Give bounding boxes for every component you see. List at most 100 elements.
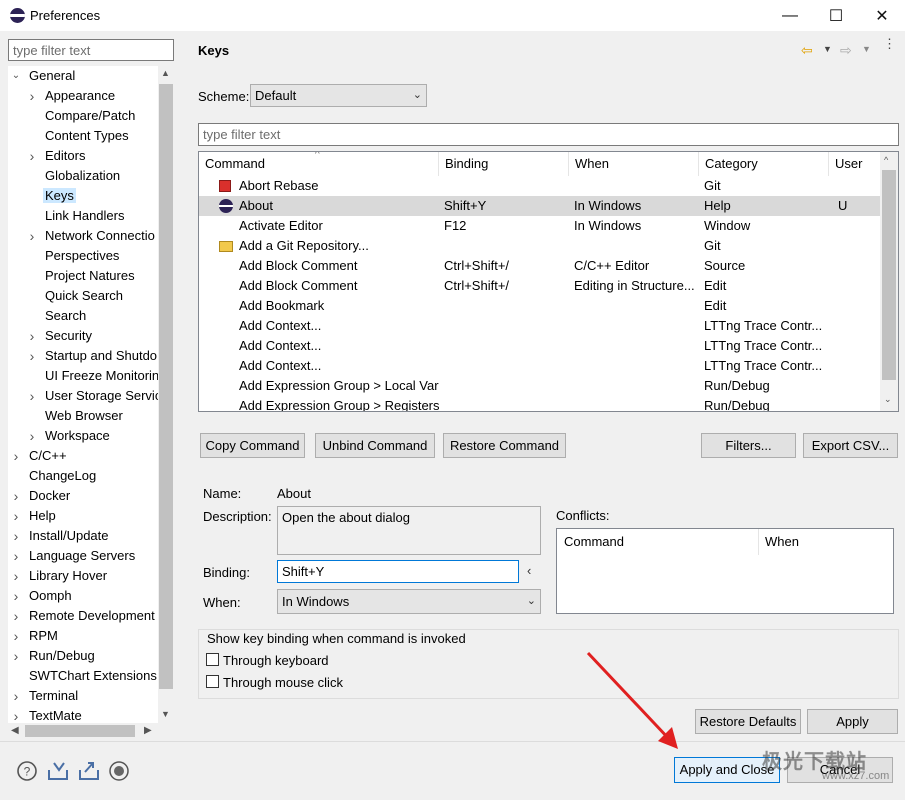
nav-item-startup-and-shutdo[interactable]: › Startup and Shutdo bbox=[30, 346, 157, 366]
through-mouse-checkbox[interactable] bbox=[206, 675, 219, 688]
nav-item-terminal[interactable]: › Terminal bbox=[14, 686, 78, 706]
chevron-right-icon[interactable]: › bbox=[27, 86, 37, 106]
column-header-binding[interactable]: Binding bbox=[439, 152, 569, 176]
forward-dropdown-icon[interactable]: ▼ bbox=[862, 44, 871, 54]
column-header-user[interactable]: User bbox=[829, 152, 881, 176]
nav-item-changelog[interactable]: ChangeLog bbox=[29, 466, 96, 486]
maximize-button[interactable]: ☐ bbox=[813, 0, 859, 31]
nav-item-search[interactable]: Search bbox=[45, 306, 86, 326]
scroll-right-icon[interactable]: ▶ bbox=[144, 725, 152, 736]
nav-item-project-natures[interactable]: Project Natures bbox=[45, 266, 135, 286]
nav-item-ui-freeze-monitorin[interactable]: UI Freeze Monitorin bbox=[45, 366, 158, 386]
scroll-left-icon[interactable]: ◀ bbox=[11, 725, 19, 736]
nav-item-docker[interactable]: › Docker bbox=[14, 486, 71, 506]
chevron-right-icon[interactable]: › bbox=[11, 526, 21, 546]
chevron-right-icon[interactable]: › bbox=[11, 646, 21, 666]
chevron-right-icon[interactable]: › bbox=[11, 446, 21, 466]
chevron-right-icon[interactable]: › bbox=[11, 626, 21, 646]
restore-command-button[interactable]: Restore Command bbox=[443, 433, 566, 458]
nav-item-network-connectio[interactable]: › Network Connectio bbox=[30, 226, 155, 246]
table-row[interactable]: Add Expression Group > Local Var Run/Debu… bbox=[199, 376, 881, 396]
close-button[interactable]: ✕ bbox=[859, 0, 905, 31]
table-row[interactable]: About Shift+Y In Windows Help U bbox=[199, 196, 881, 216]
column-header-category[interactable]: Category bbox=[699, 152, 829, 176]
scheme-select[interactable]: Default ⌄ bbox=[250, 84, 427, 107]
chevron-down-icon[interactable]: ⌄ bbox=[11, 66, 21, 86]
nav-item-language-servers[interactable]: › Language Servers bbox=[14, 546, 136, 566]
nav-item-user-storage-servic[interactable]: › User Storage Servic bbox=[30, 386, 158, 406]
table-scrollbar[interactable]: ^ ⌄ bbox=[880, 152, 898, 411]
nav-item-content-types[interactable]: Content Types bbox=[45, 126, 129, 146]
scroll-down-icon[interactable]: ⌄ bbox=[884, 394, 892, 405]
table-row[interactable]: Add Context... LTTng Trace Contr... bbox=[199, 336, 881, 356]
binding-input[interactable]: Shift+Y bbox=[277, 560, 519, 583]
table-row[interactable]: Add Expression Group > Registers Run/Debu… bbox=[199, 396, 881, 411]
nav-item-compare-patch[interactable]: Compare/Patch bbox=[45, 106, 135, 126]
nav-hscroll-thumb[interactable] bbox=[25, 725, 135, 737]
nav-scroll-thumb[interactable] bbox=[159, 84, 173, 689]
scroll-up-icon[interactable]: ▲ bbox=[161, 68, 170, 78]
scroll-down-icon[interactable]: ▼ bbox=[161, 709, 170, 719]
table-scroll-thumb[interactable] bbox=[882, 170, 896, 380]
restore-defaults-button[interactable]: Restore Defaults bbox=[695, 709, 801, 734]
export-csv-button[interactable]: Export CSV... bbox=[803, 433, 898, 458]
copy-command-button[interactable]: Copy Command bbox=[200, 433, 305, 458]
nav-item-globalization[interactable]: Globalization bbox=[45, 166, 120, 186]
chevron-right-icon[interactable]: › bbox=[27, 146, 37, 166]
conflict-column-command[interactable]: Command bbox=[564, 534, 624, 549]
view-menu-icon[interactable]: ⋮ bbox=[883, 37, 896, 50]
record-icon[interactable] bbox=[108, 760, 130, 782]
chevron-right-icon[interactable]: › bbox=[11, 566, 21, 586]
nav-item-link-handlers[interactable]: Link Handlers bbox=[45, 206, 125, 226]
scroll-up-icon[interactable]: ^ bbox=[884, 155, 888, 165]
nav-item-web-browser[interactable]: Web Browser bbox=[45, 406, 123, 426]
table-row[interactable]: Add Bookmark Edit bbox=[199, 296, 881, 316]
table-row[interactable]: Abort Rebase Git bbox=[199, 176, 881, 196]
nav-item-install-update[interactable]: › Install/Update bbox=[14, 526, 109, 546]
table-row[interactable]: Add Block Comment Ctrl+Shift+/ C/C++ Edito… bbox=[199, 256, 881, 276]
table-row[interactable]: Add Context... LTTng Trace Contr... bbox=[199, 316, 881, 336]
nav-item-rpm[interactable]: › RPM bbox=[14, 626, 58, 646]
chevron-right-icon[interactable]: › bbox=[11, 686, 21, 706]
nav-item-general[interactable]: ⌄ General bbox=[12, 66, 75, 86]
table-row[interactable]: Add Context... LTTng Trace Contr... bbox=[199, 356, 881, 376]
nav-item-editors[interactable]: › Editors bbox=[30, 146, 86, 166]
back-dropdown-icon[interactable]: ▼ bbox=[823, 44, 832, 54]
chevron-right-icon[interactable]: › bbox=[27, 346, 37, 366]
nav-item-oomph[interactable]: › Oomph bbox=[14, 586, 72, 606]
chevron-right-icon[interactable]: › bbox=[27, 326, 37, 346]
import-icon[interactable] bbox=[46, 760, 68, 782]
nav-vertical-scrollbar[interactable]: ▲ ▼ bbox=[158, 66, 175, 725]
nav-filter-input[interactable]: type filter text bbox=[8, 39, 174, 61]
through-keyboard-checkbox[interactable] bbox=[206, 653, 219, 666]
unbind-command-button[interactable]: Unbind Command bbox=[315, 433, 435, 458]
chevron-right-icon[interactable]: › bbox=[27, 226, 37, 246]
keys-filter-input[interactable]: type filter text bbox=[198, 123, 899, 146]
nav-item-swtchart-extensions[interactable]: SWTChart Extensions bbox=[29, 666, 157, 686]
nav-item-security[interactable]: › Security bbox=[30, 326, 92, 346]
help-icon[interactable]: ? bbox=[16, 760, 38, 782]
minimize-button[interactable]: — bbox=[767, 0, 813, 31]
export-icon[interactable] bbox=[77, 760, 99, 782]
chevron-right-icon[interactable]: › bbox=[11, 546, 21, 566]
nav-item-quick-search[interactable]: Quick Search bbox=[45, 286, 123, 306]
back-arrow-icon[interactable]: ⇦ bbox=[801, 42, 813, 59]
chevron-right-icon[interactable]: › bbox=[27, 386, 37, 406]
chevron-right-icon[interactable]: › bbox=[11, 506, 21, 526]
nav-item-c-c[interactable]: › C/C++ bbox=[14, 446, 67, 466]
nav-item-perspectives[interactable]: Perspectives bbox=[45, 246, 119, 266]
chevron-right-icon[interactable]: › bbox=[11, 606, 21, 626]
table-row[interactable]: Add Block Comment Ctrl+Shift+/ Editing in … bbox=[199, 276, 881, 296]
filters-button[interactable]: Filters... bbox=[701, 433, 796, 458]
nav-item-keys[interactable]: Keys bbox=[43, 186, 76, 206]
nav-item-run-debug[interactable]: › Run/Debug bbox=[14, 646, 95, 666]
nav-item-workspace[interactable]: › Workspace bbox=[30, 426, 110, 446]
conflict-column-when[interactable]: When bbox=[765, 534, 799, 549]
nav-item-help[interactable]: › Help bbox=[14, 506, 56, 526]
chevron-right-icon[interactable]: › bbox=[11, 586, 21, 606]
nav-item-appearance[interactable]: › Appearance bbox=[30, 86, 115, 106]
table-row[interactable]: Add a Git Repository... Git bbox=[199, 236, 881, 256]
nav-item-library-hover[interactable]: › Library Hover bbox=[14, 566, 107, 586]
nav-horizontal-scrollbar[interactable]: ◀ ▶ bbox=[8, 723, 158, 740]
chevron-right-icon[interactable]: › bbox=[11, 486, 21, 506]
